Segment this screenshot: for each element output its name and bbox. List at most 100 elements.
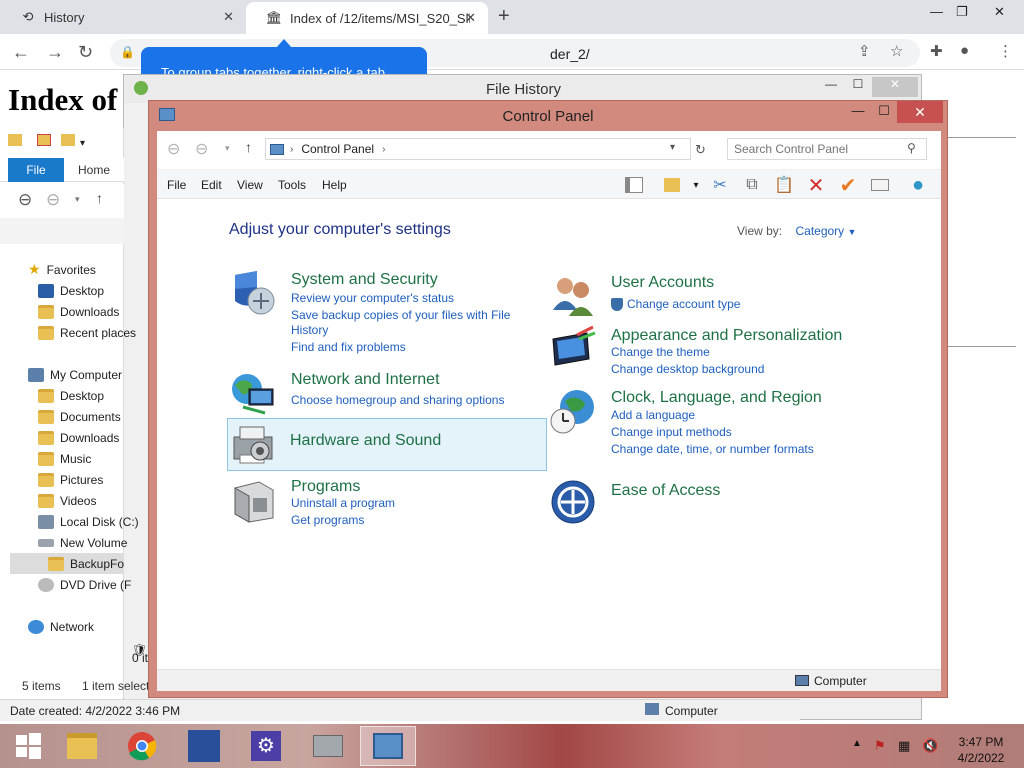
file-history-titlebar[interactable]: File History — ☐ ✕ bbox=[124, 75, 921, 103]
recent-locations-icon[interactable]: ▾ bbox=[225, 143, 230, 154]
tab-history[interactable]: ⟲ History ✕ bbox=[0, 0, 246, 34]
menu-file[interactable]: File bbox=[167, 178, 186, 192]
extensions-icon[interactable]: ✚ bbox=[930, 42, 943, 60]
folder-options-dropdown-icon[interactable]: ▾ bbox=[685, 174, 707, 196]
breadcrumb-control-panel[interactable]: Control Panel bbox=[301, 142, 374, 156]
hardware-taskbar-icon[interactable] bbox=[300, 726, 356, 766]
nav-videos[interactable]: Videos bbox=[38, 490, 162, 511]
control-panel-taskbar-icon[interactable] bbox=[360, 726, 416, 766]
reload-icon[interactable]: ↻ bbox=[78, 42, 93, 63]
clock-language-link[interactable]: Clock, Language, and Region bbox=[611, 389, 822, 407]
menu-view[interactable]: View bbox=[237, 178, 263, 192]
add-language-link[interactable]: Add a language bbox=[611, 408, 695, 422]
volume-muted-icon[interactable]: 🔇 bbox=[922, 738, 938, 754]
taskbar-clock[interactable]: 3:47 PM 4/2/2022 bbox=[946, 734, 1016, 766]
nav-local-disk[interactable]: Local Disk (C:) bbox=[38, 511, 162, 532]
menu-tools[interactable]: Tools bbox=[278, 178, 306, 192]
properties-icon[interactable] bbox=[37, 134, 52, 146]
nav-music[interactable]: Music bbox=[38, 448, 162, 469]
settings-taskbar-icon[interactable]: ⚙ bbox=[238, 726, 294, 766]
chrome-taskbar-icon[interactable] bbox=[114, 726, 170, 766]
cp-titlebar[interactable]: Control Panel — ☐ ✕ bbox=[149, 101, 947, 129]
recent-dropdown-icon[interactable]: ▾ bbox=[75, 194, 80, 205]
nav-favorites[interactable]: ★ Favorites bbox=[28, 259, 152, 280]
delete-icon[interactable]: ✕ bbox=[805, 174, 827, 197]
globe-icon[interactable]: ● bbox=[907, 174, 929, 196]
find-fix-problems-link[interactable]: Find and fix problems bbox=[291, 340, 406, 354]
nav-desktop-2[interactable]: Desktop bbox=[38, 385, 162, 406]
programs-link[interactable]: Programs bbox=[291, 478, 360, 496]
system-security-link[interactable]: System and Security bbox=[291, 271, 438, 289]
review-status-link[interactable]: Review your computer's status bbox=[291, 291, 454, 305]
breadcrumb-chevron-icon[interactable]: › bbox=[382, 144, 385, 155]
nav-dvd-drive[interactable]: DVD Drive (F bbox=[38, 574, 162, 595]
close-tab-icon[interactable]: ✕ bbox=[465, 10, 476, 26]
search-icon[interactable]: ⚲ bbox=[907, 141, 916, 155]
change-formats-link[interactable]: Change date, time, or number formats bbox=[611, 442, 814, 456]
network-internet-link[interactable]: Network and Internet bbox=[291, 371, 440, 389]
chrome-minimize-icon[interactable]: — bbox=[930, 4, 943, 19]
view-by-dropdown[interactable]: Category bbox=[795, 224, 844, 238]
forward-icon[interactable]: ⊖ bbox=[195, 139, 208, 159]
ease-of-access-link[interactable]: Ease of Access bbox=[611, 482, 720, 500]
nav-backup-folder[interactable]: BackupFolder bbox=[10, 553, 124, 574]
action-center-flag-icon[interactable]: ⚑ bbox=[874, 738, 886, 754]
nav-my-computer[interactable]: My Computer bbox=[28, 364, 152, 385]
new-tab-icon[interactable]: + bbox=[498, 5, 510, 28]
fh-maximize-icon[interactable]: ☐ bbox=[844, 77, 872, 97]
tab-index[interactable]: 🏛 Index of /12/items/MSI_S20_Slide ✕ bbox=[246, 2, 488, 34]
ribbon-tab-file[interactable]: File bbox=[8, 158, 64, 182]
tray-expand-icon[interactable]: ▲ bbox=[852, 738, 862, 749]
ribbon-tab-home[interactable]: Home bbox=[78, 158, 110, 182]
fh-close-icon[interactable]: ✕ bbox=[872, 77, 918, 97]
chrome-restore-icon[interactable]: ❐ bbox=[956, 4, 968, 20]
bookmark-star-icon[interactable]: ☆ bbox=[890, 42, 903, 60]
nav-downloads[interactable]: Downloads bbox=[38, 301, 162, 322]
back-icon[interactable]: ⊖ bbox=[167, 139, 180, 159]
nav-documents[interactable]: Documents bbox=[38, 406, 162, 427]
properties-card-icon[interactable] bbox=[869, 174, 891, 196]
user-accounts-link[interactable]: User Accounts bbox=[611, 274, 714, 292]
customize-dropdown-icon[interactable]: ▾ bbox=[80, 138, 85, 149]
nav-desktop[interactable]: Desktop bbox=[38, 280, 162, 301]
cp-address-bar[interactable]: › Control Panel › ▾ bbox=[265, 138, 691, 160]
chrome-close-icon[interactable]: ✕ bbox=[994, 4, 1005, 20]
chevron-down-icon[interactable]: ▼ bbox=[848, 227, 857, 237]
back-icon[interactable]: ← bbox=[12, 42, 30, 63]
folder-options-icon[interactable] bbox=[661, 174, 683, 196]
share-icon[interactable]: ⇪ bbox=[858, 42, 871, 60]
cut-icon[interactable]: ✂ bbox=[709, 174, 731, 196]
cp-maximize-icon[interactable]: ☐ bbox=[871, 103, 897, 123]
up-icon[interactable]: ↑ bbox=[96, 190, 103, 206]
nav-downloads-2[interactable]: Downloads bbox=[38, 427, 162, 448]
nav-pictures[interactable]: Pictures bbox=[38, 469, 162, 490]
start-windows-icon[interactable] bbox=[0, 726, 56, 766]
copy-icon[interactable]: ⧉ bbox=[741, 174, 763, 196]
menu-edit[interactable]: Edit bbox=[201, 178, 222, 192]
new-folder-icon[interactable] bbox=[60, 134, 75, 146]
file-explorer-taskbar-icon[interactable] bbox=[54, 726, 110, 766]
address-dropdown-icon[interactable]: ▾ bbox=[670, 142, 675, 153]
forward-icon[interactable]: → bbox=[46, 42, 64, 63]
checkmark-icon[interactable]: ✔ bbox=[837, 174, 859, 197]
uninstall-program-link[interactable]: Uninstall a program bbox=[291, 496, 395, 510]
layout-pane-icon[interactable] bbox=[623, 174, 645, 196]
appearance-link[interactable]: Appearance and Personalization bbox=[611, 327, 842, 345]
network-tray-icon[interactable]: ▦ bbox=[898, 738, 910, 754]
homegroup-sharing-link[interactable]: Choose homegroup and sharing options bbox=[291, 393, 504, 407]
cp-close-icon[interactable]: ✕ bbox=[897, 101, 943, 123]
menu-icon[interactable]: ⋮ bbox=[998, 42, 1013, 60]
close-tab-icon[interactable]: ✕ bbox=[223, 9, 234, 25]
save-backup-link-cont[interactable]: History bbox=[291, 323, 328, 337]
change-theme-link[interactable]: Change the theme bbox=[611, 345, 710, 359]
change-background-link[interactable]: Change desktop background bbox=[611, 362, 764, 376]
app-taskbar-icon[interactable] bbox=[176, 726, 232, 766]
change-input-methods-link[interactable]: Change input methods bbox=[611, 425, 732, 439]
refresh-icon[interactable]: ↻ bbox=[695, 142, 706, 158]
get-programs-link[interactable]: Get programs bbox=[291, 513, 364, 527]
category-hardware-sound[interactable]: Hardware and Sound bbox=[227, 418, 547, 471]
save-backup-link[interactable]: Save backup copies of your files with Fi… bbox=[291, 308, 510, 322]
profile-icon[interactable]: ● bbox=[960, 42, 969, 59]
up-icon[interactable]: ↑ bbox=[245, 139, 252, 155]
paste-icon[interactable]: 📋 bbox=[773, 174, 795, 196]
